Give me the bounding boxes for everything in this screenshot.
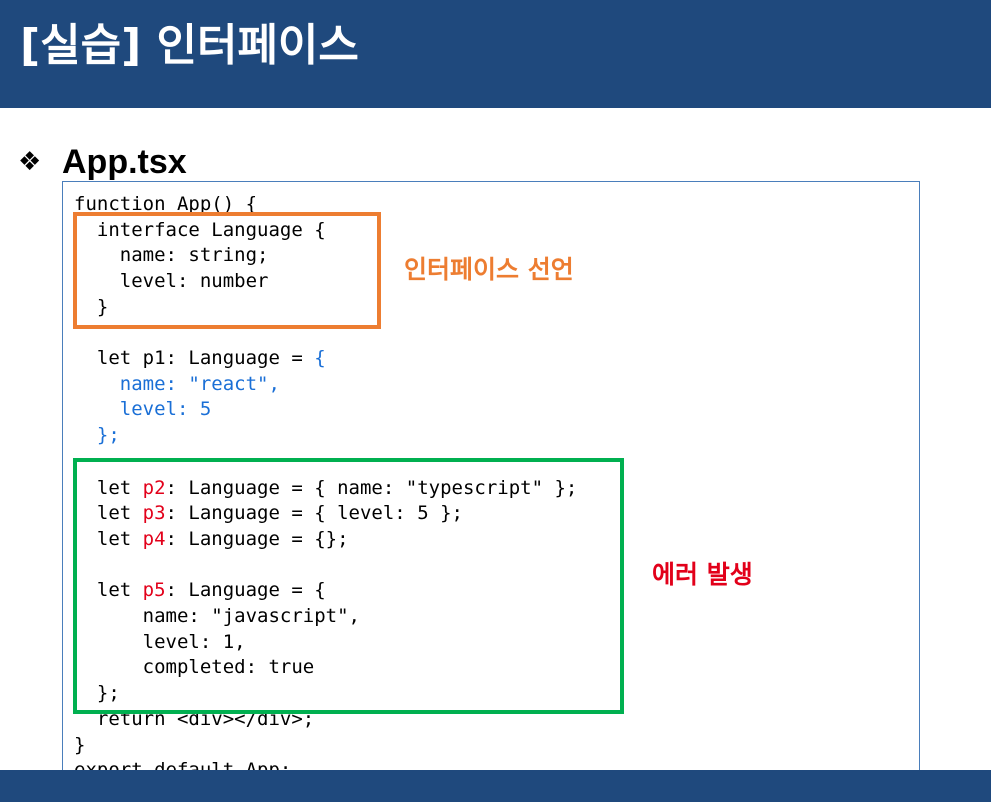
code-line-8: level: 5 [74, 398, 212, 420]
title-bar: [실습] 인터페이스 [0, 0, 991, 108]
diamond-bullet-icon: ❖ [18, 147, 42, 177]
slide-title: [실습] 인터페이스 [20, 20, 359, 71]
code-line-7: name: "react", [74, 373, 280, 395]
error-occurs-note: 에러 발생 [652, 560, 753, 589]
error-highlight-box [73, 458, 624, 714]
interface-highlight-box [73, 212, 381, 329]
object-open-brace: { [314, 347, 326, 369]
file-name-heading: App.tsx [62, 143, 187, 181]
code-line-6: let p1: Language = { [74, 346, 326, 371]
code-text: let p1: Language = [74, 347, 315, 369]
code-line-19: } [74, 734, 86, 756]
section-heading: ❖ App.tsx [18, 140, 187, 184]
code-line-9: }; [74, 424, 120, 446]
footer-bar [0, 770, 991, 802]
interface-declaration-note: 인터페이스 선언 [404, 255, 574, 284]
